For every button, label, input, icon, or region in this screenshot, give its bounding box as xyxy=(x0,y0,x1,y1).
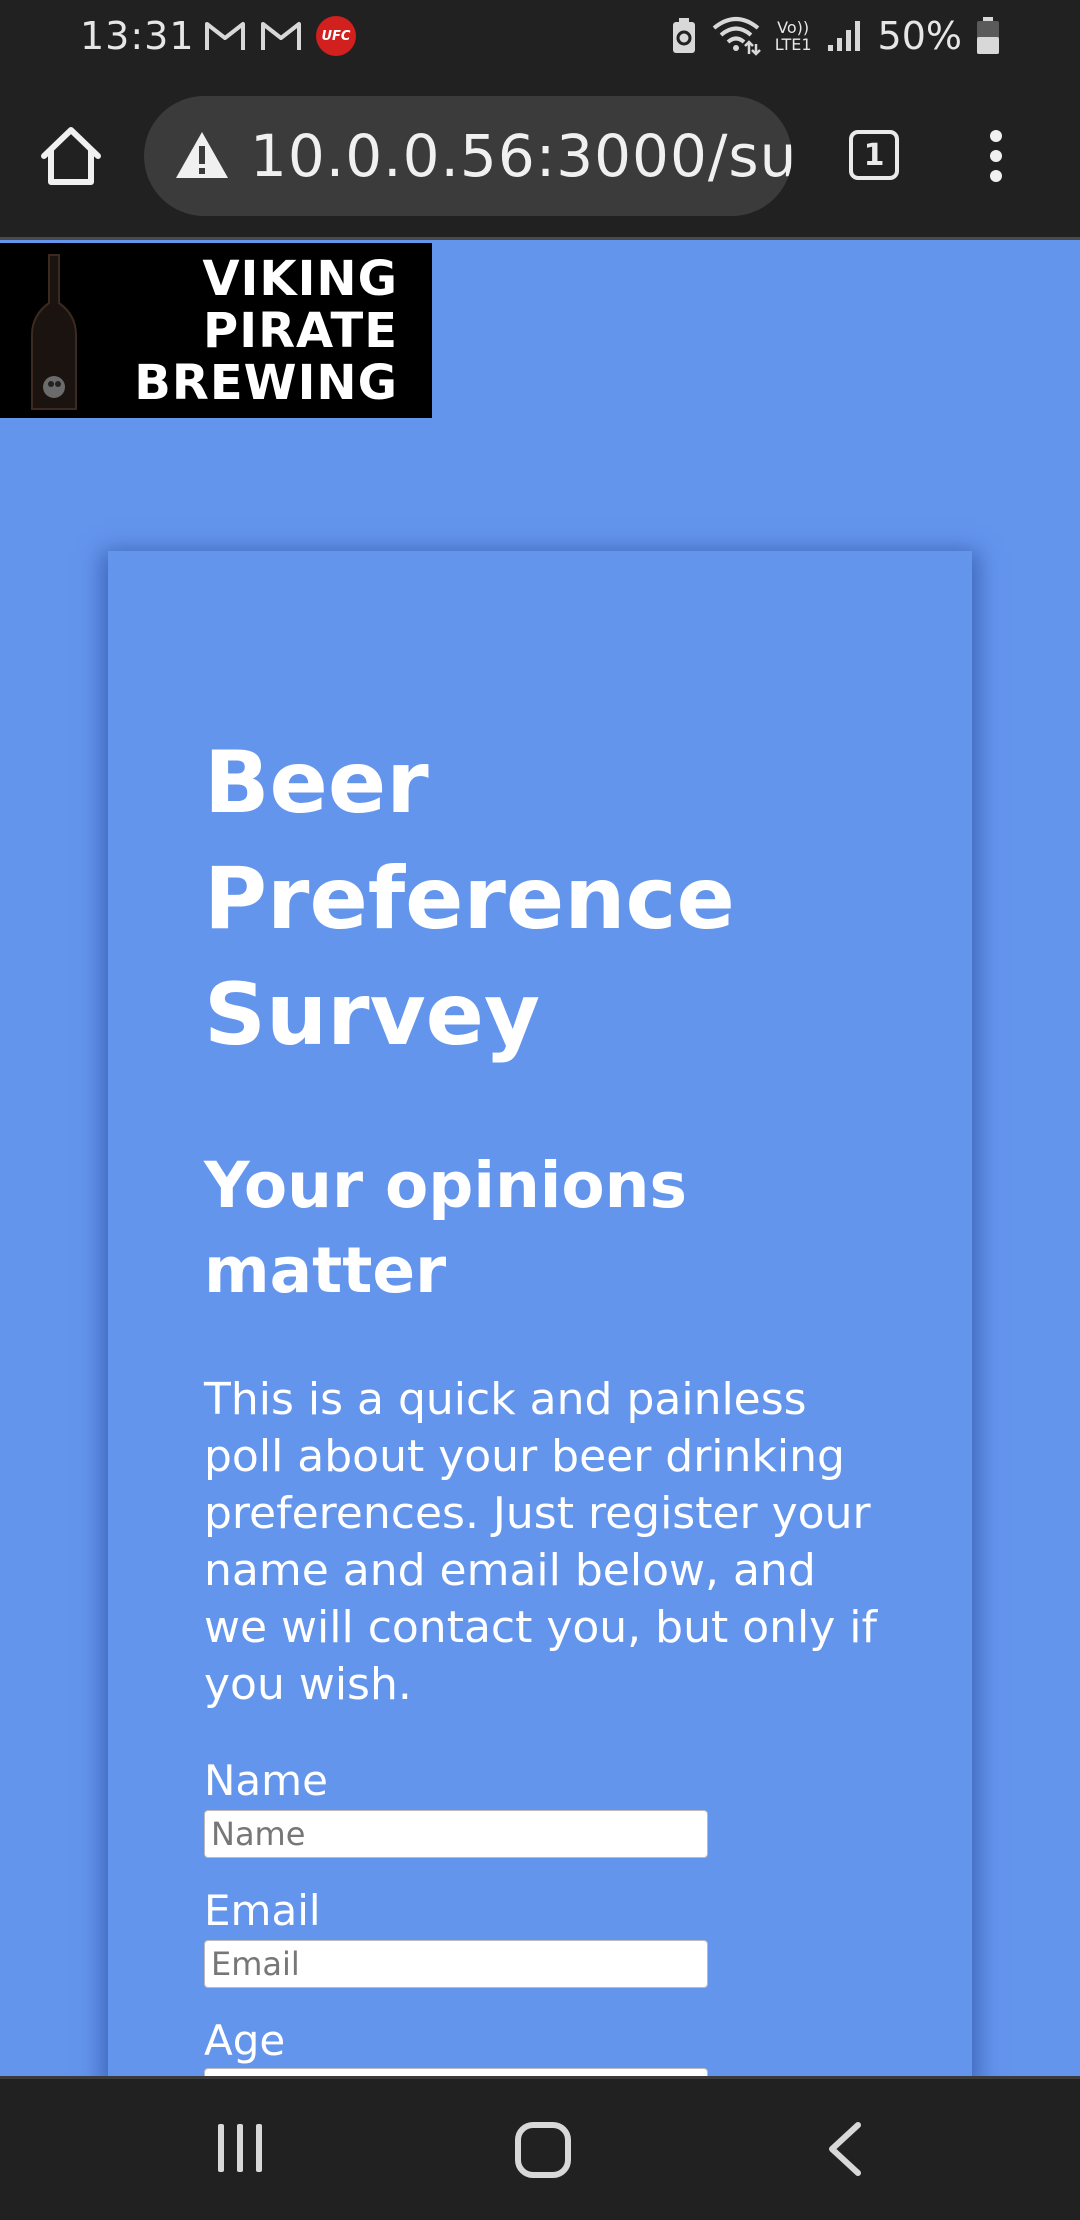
name-label: Name xyxy=(204,1756,328,1805)
browser-toolbar: 10.0.0.56:3000/sur 1 xyxy=(0,72,1080,240)
name-input[interactable] xyxy=(204,1810,708,1858)
brand-name: VIKING PIRATE BREWING xyxy=(134,253,398,409)
age-label: Age xyxy=(204,2016,286,2065)
brand-name-line: BREWING xyxy=(134,355,398,411)
back-icon[interactable] xyxy=(820,2120,872,2178)
home-icon[interactable] xyxy=(38,124,104,188)
email-label: Email xyxy=(204,1886,321,1935)
status-time: 13:31 xyxy=(80,14,195,58)
address-bar[interactable]: 10.0.0.56:3000/sur xyxy=(144,96,792,216)
battery-saver-icon xyxy=(672,18,695,53)
notification-icons: UFC xyxy=(204,14,356,58)
page-subtitle: Your opinions matter xyxy=(204,1149,688,1307)
volte-text: Vo)) xyxy=(777,18,810,37)
gmail-icon xyxy=(261,22,301,50)
recent-apps-icon[interactable] xyxy=(212,2120,268,2176)
gmail-icon xyxy=(205,22,245,50)
battery-percent: 50% xyxy=(877,14,962,58)
signal-icon xyxy=(827,21,860,51)
status-bar: 13:31 UFC Vo)) LTE1 50% xyxy=(0,0,1080,72)
warning-icon[interactable] xyxy=(174,130,230,180)
tab-switcher-button[interactable]: 1 xyxy=(849,130,899,180)
battery-icon xyxy=(977,17,999,54)
brand-name-line: PIRATE xyxy=(203,303,398,359)
survey-description: This is a quick and painless poll about … xyxy=(204,1374,877,1710)
brand-name-line: VIKING xyxy=(202,251,398,307)
ufc-icon: UFC xyxy=(316,16,356,56)
lte-text: LTE1 xyxy=(774,35,812,54)
network-type-label: Vo)) LTE1 xyxy=(775,19,812,53)
url-text[interactable]: 10.0.0.56:3000/sur xyxy=(250,122,792,190)
system-icons: Vo)) LTE1 50% xyxy=(671,12,1000,60)
email-input[interactable] xyxy=(204,1940,708,1988)
wifi-icon xyxy=(712,17,761,56)
more-options-icon[interactable] xyxy=(976,128,1016,184)
nav-home-icon[interactable] xyxy=(513,2120,573,2180)
brand-logo[interactable]: VIKING PIRATE BREWING xyxy=(0,243,432,418)
page-title: Beer Preference Survey xyxy=(204,733,735,1065)
navigation-bar xyxy=(0,2076,1080,2220)
survey-intro: Beer Preference Survey Your opinions mat… xyxy=(204,725,904,1713)
beer-bottle-icon xyxy=(31,254,77,410)
